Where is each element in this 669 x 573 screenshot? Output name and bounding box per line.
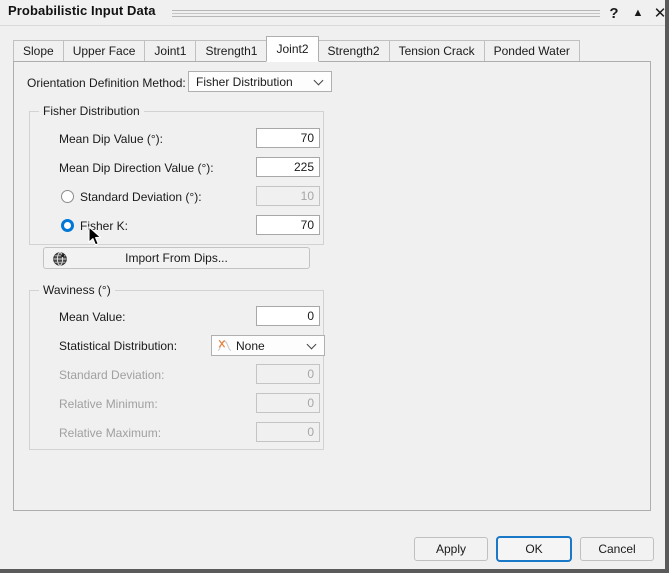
chevron-down-icon [308,341,317,350]
probabilistic-input-data-window: Probabilistic Input Data ? ▲ ✕ Slope Upp… [0,0,669,573]
relative-maximum-input: 0 [256,422,320,442]
orientation-definition-method-label: Orientation Definition Method: [27,76,186,90]
waviness-mean-value-input[interactable]: 0 [256,306,320,326]
distribution-curve-icon [217,339,232,352]
chevron-down-icon [315,77,324,86]
tab-upper-face[interactable]: Upper Face [63,40,146,62]
tab-strength2[interactable]: Strength2 [318,40,390,62]
cancel-button[interactable]: Cancel [580,537,654,561]
mean-dip-direction-value-input[interactable]: 225 [256,157,320,177]
tab-joint2[interactable]: Joint2 [266,36,318,62]
waviness-standard-deviation-label: Standard Deviation: [59,368,164,382]
tab-strength1[interactable]: Strength1 [195,40,267,62]
collapse-button[interactable]: ▲ [628,3,648,23]
import-from-dips-button[interactable]: Import From Dips... [43,247,310,269]
tab-ponded-water[interactable]: Ponded Water [484,40,580,62]
statistical-distribution-label: Statistical Distribution: [59,339,177,353]
mean-dip-value-label: Mean Dip Value (°): [59,132,163,146]
waviness-mean-value-label: Mean Value: [59,310,126,324]
fisher-distribution-group: Fisher Distribution Mean Dip Value (°): … [29,111,324,245]
tab-tension-crack[interactable]: Tension Crack [389,40,485,62]
fisher-k-radio-label: Fisher K: [80,219,128,233]
standard-deviation-input: 10 [256,186,320,206]
mean-dip-value-input[interactable]: 70 [256,128,320,148]
standard-deviation-radio-label: Standard Deviation (°): [80,190,202,204]
mean-dip-direction-value-label: Mean Dip Direction Value (°): [59,161,214,175]
import-from-dips-label: Import From Dips... [125,251,228,265]
orientation-definition-method-select[interactable]: Fisher Distribution [188,71,332,92]
relative-minimum-input: 0 [256,393,320,413]
tab-strip: Slope Upper Face Joint1 Strength1 Joint2… [13,38,651,62]
title-grip-lines [172,10,600,16]
tab-joint1[interactable]: Joint1 [144,40,196,62]
waviness-group: Waviness (°) Mean Value: 0 Statistical D… [29,290,324,450]
joint2-tab-panel: Orientation Definition Method: Fisher Di… [13,61,651,511]
fisher-k-input[interactable]: 70 [256,215,320,235]
standard-deviation-radio[interactable] [61,190,74,203]
relative-minimum-label: Relative Minimum: [59,397,158,411]
tab-slope[interactable]: Slope [13,40,64,62]
statistical-distribution-value: None [236,339,265,353]
title-bar: Probabilistic Input Data ? ▲ ✕ [0,0,665,26]
fisher-distribution-group-title: Fisher Distribution [39,104,144,118]
help-button[interactable]: ? [604,3,624,23]
waviness-standard-deviation-input: 0 [256,364,320,384]
orientation-definition-method-value: Fisher Distribution [196,75,293,89]
waviness-group-title: Waviness (°) [39,283,115,297]
window-title: Probabilistic Input Data [8,3,156,18]
apply-button[interactable]: Apply [414,537,488,561]
statistical-distribution-select[interactable]: None [211,335,325,356]
ok-button[interactable]: OK [496,536,572,562]
close-button[interactable]: ✕ [650,3,669,23]
relative-maximum-label: Relative Maximum: [59,426,161,440]
globe-icon [52,251,68,267]
fisher-k-radio[interactable] [61,219,74,232]
